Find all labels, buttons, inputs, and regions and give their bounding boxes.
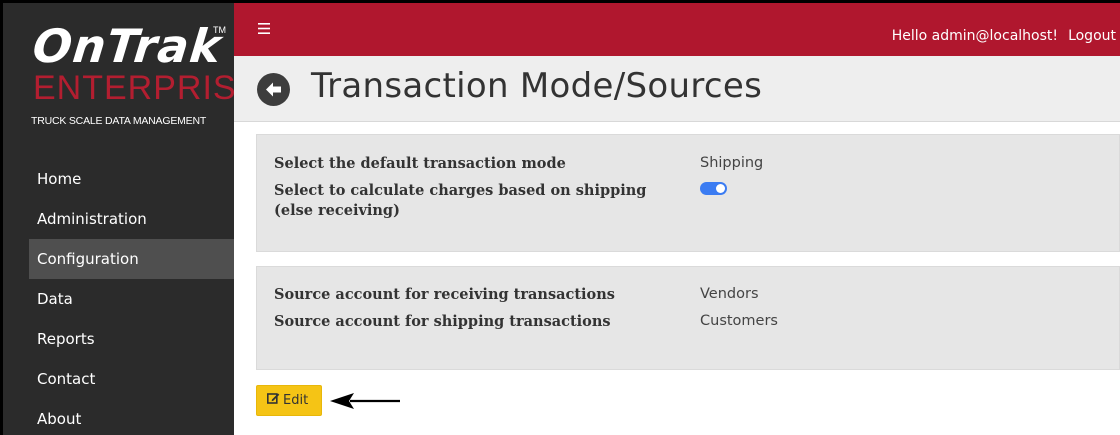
logo-subtitle: ENTERPRISE [33, 69, 261, 107]
edit-icon [267, 386, 280, 415]
arrow-left-icon [330, 390, 402, 416]
sidebar-item-contact[interactable]: Contact [3, 359, 234, 399]
sidebar-item-administration[interactable]: Administration [3, 199, 234, 239]
shipping-source-value: Customers [700, 313, 778, 329]
default-mode-value: Shipping [700, 155, 764, 171]
edit-button-label: Edit [283, 393, 309, 408]
sidebar-item-home[interactable]: Home [3, 159, 234, 199]
page-title: Transaction Mode/Sources [311, 66, 763, 106]
sidebar-item-reports[interactable]: Reports [3, 319, 234, 359]
logout-link[interactable]: Logout [1068, 28, 1116, 44]
transaction-sources-panel: Source account for receiving transaction… [256, 266, 1120, 370]
arrow-left-circle-icon[interactable] [257, 73, 290, 106]
logo-trademark: TM [213, 25, 226, 35]
default-mode-label: Select the default transaction mode [274, 155, 566, 172]
logo-wordmark: OnTrak [30, 19, 225, 73]
sidebar-item-about[interactable]: About [3, 399, 234, 435]
sidebar-nav: Home Administration Configuration Data R… [3, 159, 234, 435]
hamburger-icon[interactable] [258, 21, 270, 37]
shipping-source-label: Source account for shipping transactions [274, 313, 611, 330]
transaction-mode-panel: Select the default transaction mode Ship… [256, 134, 1120, 252]
logo-tagline: TRUCK SCALE DATA MANAGEMENT [31, 115, 207, 127]
calc-charges-label: Select to calculate charges based on shi… [274, 182, 647, 219]
sidebar: OnTrak TM ENTERPRISE TRUCK SCALE DATA MA… [3, 3, 259, 435]
receiving-source-value: Vendors [700, 286, 759, 302]
top-navbar: Hello admin@localhost! Logout [234, 3, 1120, 56]
edit-button[interactable]: Edit [256, 385, 322, 416]
receiving-source-label: Source account for receiving transaction… [274, 286, 615, 303]
calc-charges-toggle [700, 182, 727, 195]
sidebar-item-configuration[interactable]: Configuration [29, 239, 234, 279]
page-header: Transaction Mode/Sources [234, 56, 1120, 122]
sidebar-item-data[interactable]: Data [3, 279, 234, 319]
user-greeting: Hello admin@localhost! [891, 28, 1058, 44]
brand-logo[interactable]: OnTrak TM ENTERPRISE TRUCK SCALE DATA MA… [3, 3, 259, 145]
